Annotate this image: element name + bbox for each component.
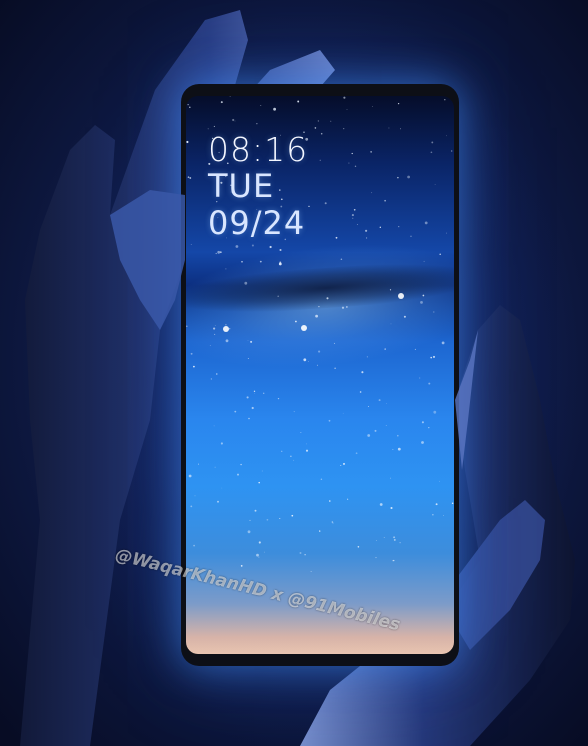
photo-scene: 08:16 TUE 09/24 @WaqarKhanHD x @91Mobile… <box>0 0 588 746</box>
front-fingers <box>110 190 478 470</box>
right-finger-front <box>455 330 478 470</box>
left-finger-front <box>110 190 185 330</box>
